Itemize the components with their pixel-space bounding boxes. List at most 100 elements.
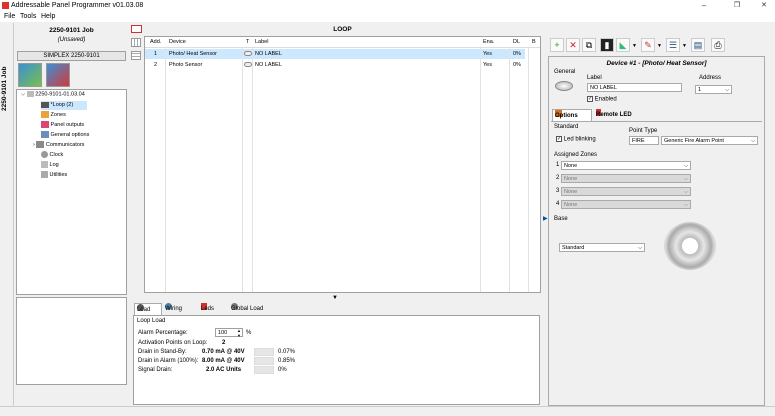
led-blinking-checkbox[interactable]: ✓ Led blinking xyxy=(556,136,596,143)
tab-wiring[interactable]: Wiring xyxy=(165,303,199,315)
column-divider xyxy=(252,48,253,292)
row-dl: 0% xyxy=(513,51,521,57)
standby-label: Drain in Stand-By: xyxy=(138,349,187,355)
close-button[interactable]: ✕ xyxy=(754,1,774,11)
spinner-arrows-icon[interactable]: ▲ ▼ xyxy=(237,328,241,338)
row-dl: 0% xyxy=(513,62,521,68)
chevron-down-icon[interactable]: ▼ xyxy=(682,43,687,49)
table-header: Add. Device T Label Ena. DL B xyxy=(145,37,540,48)
collapse-icon[interactable] xyxy=(131,25,142,33)
table-row[interactable]: 2 Photo Sensor NO LABEL Yes 0% xyxy=(145,60,525,70)
col-type[interactable]: T xyxy=(246,37,249,47)
job-vertical-tab[interactable]: 2250-9101 Job xyxy=(0,23,14,406)
base-caption: Base xyxy=(554,216,568,222)
chart-button[interactable]: ◣ xyxy=(616,38,630,52)
table-row[interactable]: 1 Photo/ Heat Sensor NO LABEL Yes 0% xyxy=(145,49,525,59)
chevron-down-icon[interactable]: ▼ xyxy=(657,43,662,49)
chevron-down-icon[interactable]: ▼ xyxy=(632,43,637,49)
log-icon xyxy=(41,161,48,168)
tree-item-log[interactable]: Log xyxy=(41,161,59,168)
menu-file[interactable]: File xyxy=(4,13,15,20)
row-enabled: Yes xyxy=(483,51,492,57)
base-image xyxy=(664,222,716,270)
base-select[interactable]: Standard ⌵ xyxy=(559,243,645,252)
point-type-caption: Point Type xyxy=(629,128,658,134)
receive-from-panel-icon[interactable] xyxy=(46,63,70,87)
tree-item-zones[interactable]: Zones xyxy=(41,111,66,118)
grid-icon[interactable] xyxy=(131,38,141,47)
job-state: (Unsaved) xyxy=(57,37,86,43)
alarm-drain-bar xyxy=(254,357,274,365)
panel-label: SIMPLEX 2250-9101 xyxy=(17,51,126,61)
loop-icon xyxy=(41,101,49,108)
tree-item-clock[interactable]: Clock xyxy=(41,151,63,158)
save-button[interactable]: ▮ xyxy=(600,38,614,52)
col-b[interactable]: B xyxy=(532,37,536,47)
col-dl[interactable]: DL xyxy=(513,37,520,47)
signal-drain-value: 2.0 AC Units xyxy=(206,367,242,373)
section-title: Loop Load xyxy=(137,318,166,324)
outputs-icon xyxy=(41,121,49,128)
alarm-drain-label: Drain in Alarm (100%): xyxy=(138,358,199,364)
menu-tools[interactable]: Tools xyxy=(20,13,36,20)
tree-item-loop[interactable]: *Loop (2) xyxy=(41,101,87,110)
point-type-select[interactable]: Generic Fire Alarm Point ⌵ xyxy=(661,136,758,145)
zone-number: 4 xyxy=(556,201,560,207)
grid-icon-2[interactable] xyxy=(131,51,141,60)
zone-number: 1 xyxy=(556,162,560,168)
tab-remote-led[interactable]: Remote LED xyxy=(596,109,646,121)
col-label[interactable]: Label xyxy=(255,37,268,47)
tree-root[interactable]: ⌵ 2250-9101-01.03.04 xyxy=(21,91,85,98)
tree-item-general-options[interactable]: General options xyxy=(41,131,89,138)
send-to-panel-icon[interactable] xyxy=(18,63,42,87)
title-bar: Addressable Panel Programmer v01.03.08 –… xyxy=(0,0,775,12)
address-select[interactable]: 1 ⌵ xyxy=(695,85,732,94)
tree-item-communicators[interactable]: › Communicators xyxy=(33,141,84,148)
point-type-code: FIRE xyxy=(629,136,659,145)
add-device-button[interactable]: + xyxy=(550,38,564,52)
edit-button[interactable]: ✎ xyxy=(641,38,655,52)
job-vertical-title: 2250-9101 Job xyxy=(1,66,8,111)
tab-global-load[interactable]: Global Load xyxy=(231,303,277,315)
zone-select[interactable]: None ⌵ xyxy=(561,174,691,183)
zone-select[interactable]: None ⌵ xyxy=(561,187,691,196)
zone-select[interactable]: None ⌵ xyxy=(561,161,691,170)
assigned-zones-caption: Assigned Zones xyxy=(554,152,598,158)
alarm-drain-percent: 0.85% xyxy=(278,358,296,364)
tree-item-panel-outputs[interactable]: Panel outputs xyxy=(41,121,84,128)
options-icon xyxy=(41,131,49,138)
device-toolbar: + ✕ ⧉ ▮ ◣ ▼ ✎ ▼ ☰ ▼ ▤ ⎙ xyxy=(548,36,753,56)
tab-options[interactable]: Options xyxy=(552,109,592,121)
menu-help[interactable]: Help xyxy=(41,13,55,20)
col-enabled[interactable]: Ena. xyxy=(483,37,494,47)
job-info-pane xyxy=(16,297,127,385)
col-add[interactable]: Add. xyxy=(150,37,161,47)
view-button[interactable]: ▤ xyxy=(691,38,705,52)
tab-leds[interactable]: Leds xyxy=(201,303,231,315)
tree-item-utilities[interactable]: Utilities xyxy=(41,171,67,178)
maximize-button[interactable]: ❐ xyxy=(727,1,747,11)
label-input[interactable]: NO LABEL xyxy=(587,83,682,92)
signal-drain-bar xyxy=(254,366,274,374)
copy-button[interactable]: ⧉ xyxy=(582,38,596,52)
signal-drain-label: Signal Drain: xyxy=(138,367,173,373)
utilities-icon xyxy=(41,171,48,178)
col-device[interactable]: Device xyxy=(169,37,186,47)
print-button[interactable]: ⎙ xyxy=(711,38,725,52)
alarm-percentage-spinner[interactable]: 100 ▲ ▼ xyxy=(215,328,243,338)
activation-value: 2 xyxy=(222,340,226,346)
standby-bar xyxy=(254,348,274,356)
tab-load[interactable]: Load xyxy=(134,303,162,315)
enabled-checkbox[interactable]: ✓ Enabled xyxy=(587,96,617,103)
list-button[interactable]: ☰ xyxy=(666,38,680,52)
bottom-tabs: Load Wiring Leds Global Load xyxy=(133,303,533,315)
general-caption: General xyxy=(554,69,576,75)
delete-device-button[interactable]: ✕ xyxy=(566,38,580,52)
device-type-icon xyxy=(244,51,252,56)
device-title: Device #1 - [Photo/ Heat Sensor] xyxy=(606,60,707,67)
alarm-percentage-label: Alarm Percentage: xyxy=(138,330,188,336)
minimize-button[interactable]: – xyxy=(694,1,714,11)
expand-arrow-icon[interactable]: ▶ xyxy=(543,215,548,222)
zone-select[interactable]: None ⌵ xyxy=(561,200,691,209)
column-divider xyxy=(242,48,243,292)
